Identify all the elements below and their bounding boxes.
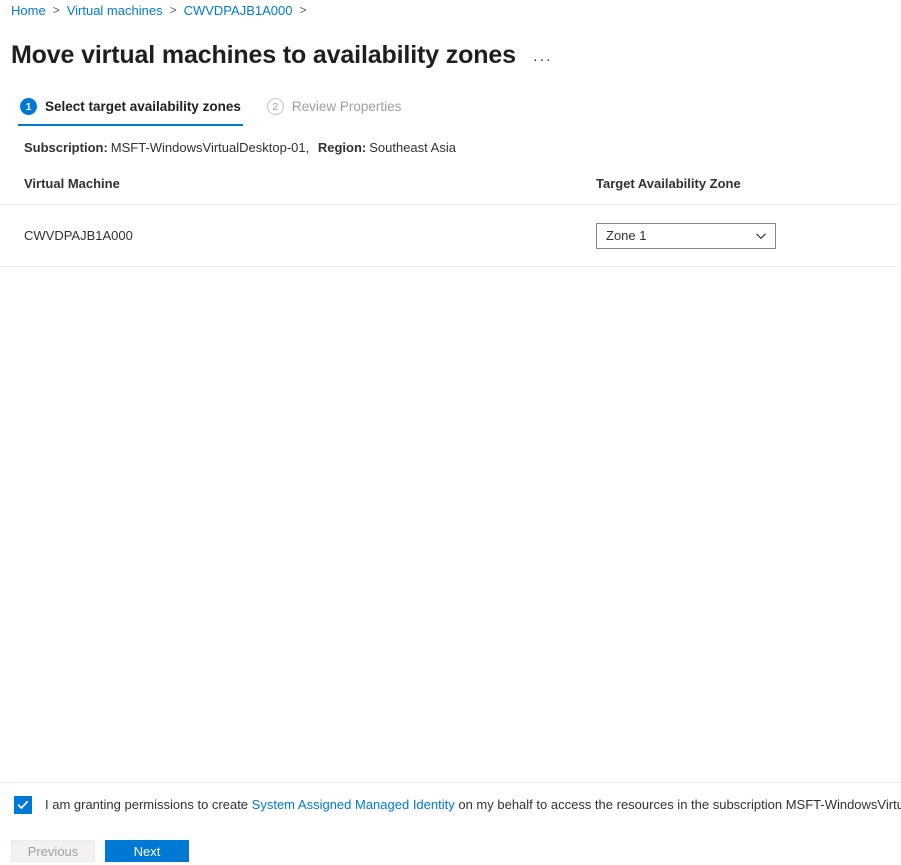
- cell-target-zone: Zone 1: [596, 222, 898, 249]
- tab-label: Select target availability zones: [45, 99, 241, 114]
- more-options-icon[interactable]: ···: [530, 52, 556, 67]
- breadcrumb: Home > Virtual machines > CWVDPAJB1A000 …: [11, 0, 313, 20]
- consent-text-before: I am granting permissions to create: [45, 797, 249, 812]
- target-zone-selected-value: Zone 1: [606, 228, 647, 243]
- breadcrumb-item-home[interactable]: Home: [11, 3, 46, 18]
- tab-step-number: 2: [266, 98, 284, 115]
- tab-select-target-availability-zones[interactable]: 1 Select target availability zones: [18, 96, 243, 126]
- consent-text: I am granting permissions to create Syst…: [45, 795, 901, 814]
- breadcrumb-item-virtual-machines[interactable]: Virtual machines: [67, 3, 163, 18]
- system-assigned-managed-identity-link[interactable]: System Assigned Managed Identity: [252, 797, 455, 812]
- cell-vm-name: CWVDPAJB1A000: [24, 228, 133, 243]
- next-button[interactable]: Next: [105, 840, 189, 862]
- subscription-value: MSFT-WindowsVirtualDesktop-01,: [110, 140, 310, 155]
- target-zone-select[interactable]: Zone 1: [596, 222, 776, 249]
- consent-checkbox[interactable]: [14, 796, 32, 814]
- footer-divider: [0, 782, 901, 783]
- page-title: Move virtual machines to availability zo…: [11, 40, 516, 69]
- previous-button[interactable]: Previous: [11, 840, 95, 862]
- breadcrumb-separator-icon: >: [52, 3, 60, 17]
- breadcrumb-separator-icon: >: [299, 3, 307, 17]
- wizard-button-row: Previous Next: [11, 840, 189, 862]
- move-vm-availability-zones-page: Home > Virtual machines > CWVDPAJB1A000 …: [0, 0, 901, 865]
- subscription-label: Subscription:: [24, 140, 108, 155]
- table-row: CWVDPAJB1A000 Zone 1: [0, 205, 898, 267]
- column-header-virtual-machine: Virtual Machine: [24, 176, 120, 191]
- tab-review-properties[interactable]: 2 Review Properties: [265, 96, 404, 126]
- tab-label: Review Properties: [291, 99, 402, 114]
- region-value: Southeast Asia: [369, 140, 456, 155]
- tab-step-number: 1: [20, 98, 37, 115]
- consent-text-after: on my behalf to access the resources in …: [458, 797, 901, 812]
- checkmark-icon: [17, 800, 29, 809]
- title-row: Move virtual machines to availability zo…: [11, 22, 555, 88]
- breadcrumb-separator-icon: >: [169, 3, 177, 17]
- context-summary: Subscription: MSFT-WindowsVirtualDesktop-…: [24, 140, 456, 155]
- column-header-target-availability-zone: Target Availability Zone: [596, 176, 741, 191]
- wizard-tabs: 1 Select target availability zones 2 Rev…: [18, 96, 403, 126]
- breadcrumb-item-vm[interactable]: CWVDPAJB1A000: [184, 3, 293, 18]
- chevron-down-icon: [756, 232, 766, 239]
- consent-row: I am granting permissions to create Syst…: [14, 795, 901, 814]
- vm-zone-table: Virtual Machine Target Availability Zone…: [0, 176, 901, 267]
- region-label: Region:: [317, 140, 367, 155]
- table-header-row: Virtual Machine Target Availability Zone: [0, 176, 898, 205]
